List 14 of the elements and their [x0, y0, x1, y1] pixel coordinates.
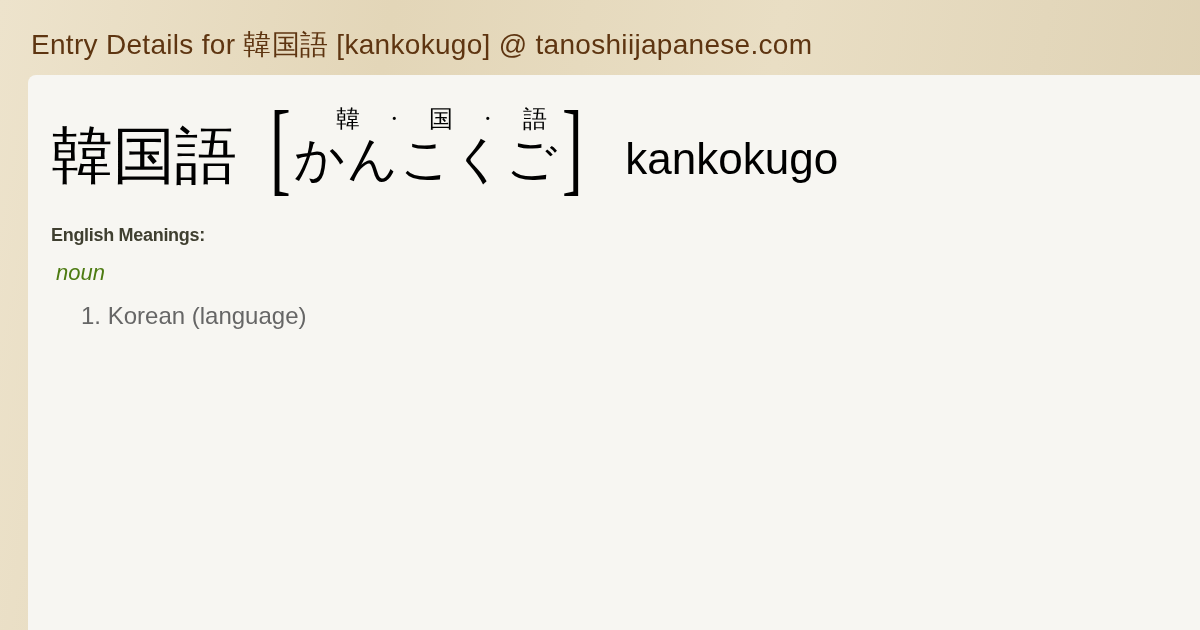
reading: かんこくご	[293, 132, 559, 187]
page-title: Entry Details for 韓国語 [kankokugo] @ tanoshiijapanese.com	[30, 28, 813, 62]
part-of-speech: noun	[56, 260, 106, 286]
meaning-text: 1. Korean (language)	[81, 302, 308, 330]
furigana: 韓	[335, 105, 360, 132]
bracket: ]	[561, 95, 583, 199]
furigana: 語	[522, 105, 547, 132]
romaji: kankokugo	[625, 137, 839, 185]
bracket: [	[269, 95, 291, 199]
meanings-heading: English Meanings:	[51, 225, 206, 246]
furigana: ·	[390, 105, 399, 132]
headword: 韓国語	[51, 125, 237, 194]
furigana: ·	[484, 105, 492, 132]
furigana: 国	[429, 105, 454, 132]
